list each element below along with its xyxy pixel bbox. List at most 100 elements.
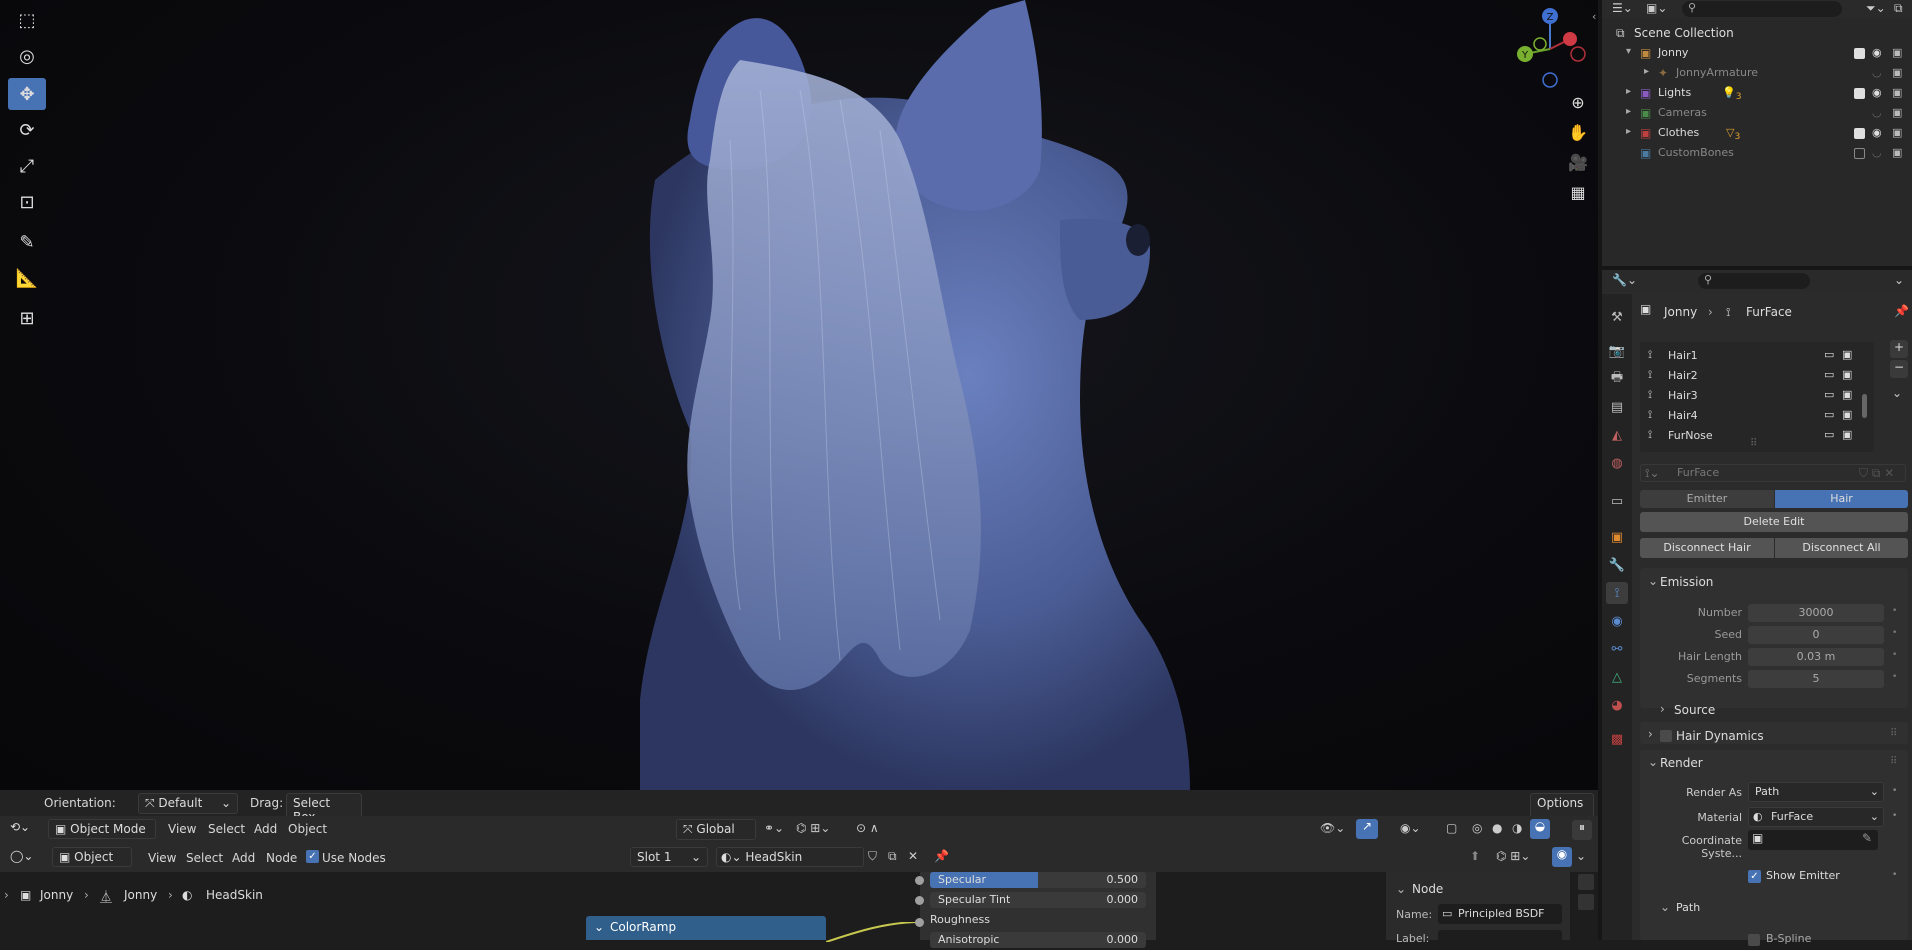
proportional-edit-icon[interactable]: ⊙ ∧ (856, 821, 879, 835)
display-mode-icon[interactable]: ▣⌄ (1646, 1, 1667, 15)
viewport-display-icon[interactable]: ▭ (1824, 428, 1834, 441)
pan-hand-icon[interactable]: ✋ (1564, 118, 1592, 146)
modifier-tab-icon[interactable]: 🔧 (1606, 554, 1628, 576)
outliner-item[interactable]: ▸ ▣ Cameras ◡ ▣ (1602, 104, 1912, 124)
node-menu-add[interactable]: Add (232, 851, 255, 865)
viewport-display-icon[interactable]: ▭ (1824, 348, 1834, 361)
menu-add[interactable]: Add (254, 822, 277, 836)
source-subpanel[interactable]: Source (1674, 703, 1715, 717)
grid-ortho-icon[interactable]: ▦ (1564, 178, 1592, 206)
render-as-dropdown[interactable]: Path ⌄ (1748, 782, 1884, 802)
physics-tab-icon[interactable]: ◉ (1606, 610, 1628, 632)
editor-type-icon[interactable]: ⟲⌄ (10, 820, 30, 834)
render-camera-icon[interactable]: ▣ (1842, 428, 1852, 441)
shading-material-icon[interactable]: ◑ (1512, 821, 1522, 835)
menu-select[interactable]: Select (208, 822, 245, 836)
visibility-eye-icon[interactable]: ◡ (1872, 66, 1882, 79)
visibility-eye-icon[interactable]: ◉ (1872, 126, 1882, 139)
fake-user-icon[interactable]: ⛉ (868, 849, 877, 864)
viewport-display-icon[interactable]: ▭ (1824, 408, 1834, 421)
scene-tab-icon[interactable]: ◭ (1606, 424, 1628, 446)
outliner-item[interactable]: ▣ CustomBones ◡ ▣ (1602, 144, 1912, 164)
snap-node-icon[interactable]: ⌬ ⊞⌄ (1496, 849, 1530, 863)
data-tab-icon[interactable]: △ (1606, 666, 1628, 688)
particle-system-item[interactable]: ⟟ Hair3 ▭ ▣ (1640, 386, 1858, 406)
particle-system-item[interactable]: ⟟ FurNose ▭ ▣ (1640, 426, 1858, 446)
animate-dot-icon[interactable]: • (1892, 672, 1897, 682)
pause-render-icon[interactable]: ⏸ (1572, 820, 1592, 840)
cursor-icon[interactable]: ◎ (8, 40, 46, 72)
drag-handle-icon[interactable]: ⠿ (1890, 756, 1897, 767)
node-menu-select[interactable]: Select (186, 851, 223, 865)
emission-field-value[interactable]: 0 (1748, 626, 1884, 644)
viewport-display-icon[interactable]: ▭ (1824, 368, 1834, 381)
render-camera-icon[interactable]: ▣ (1892, 46, 1902, 59)
add-slot-icon[interactable]: + (1890, 340, 1908, 358)
outliner-item[interactable]: ▾ ▣ Jonny ◉ ▣ (1602, 44, 1912, 64)
socket[interactable] (915, 894, 924, 908)
lights-count-badge[interactable]: 💡3 (1722, 86, 1742, 102)
node-menu-node[interactable]: Node (266, 851, 297, 865)
xray-icon[interactable]: ▢ (1446, 821, 1457, 835)
exclude-checkbox[interactable] (1854, 48, 1865, 59)
chevron-down-icon[interactable]: ⌄ (1396, 882, 1406, 896)
render-camera-icon[interactable]: ▣ (1892, 66, 1902, 79)
object-tab-icon[interactable]: ▣ (1606, 526, 1628, 548)
move-icon[interactable]: ✥ (8, 78, 46, 110)
expand-arrow-icon[interactable]: ▸ (1644, 66, 1649, 77)
clothes-count-badge[interactable]: ▽3 (1726, 126, 1740, 142)
chevron-right-icon[interactable]: › (1660, 702, 1665, 716)
collection-tab-icon[interactable]: ▭ (1606, 490, 1628, 512)
shader-type-dropdown[interactable]: ▣ Object (52, 847, 132, 867)
expand-arrow-icon[interactable]: ▸ (1626, 106, 1631, 117)
delete-edit-button[interactable]: Delete Edit (1640, 512, 1908, 532)
material-dropdown[interactable]: ◐ FurFace ⌄ (1748, 807, 1884, 827)
specular-slider[interactable]: Specular 0.500 (930, 872, 1146, 888)
anisotropic-slider[interactable]: Anisotropic 0.000 (930, 932, 1146, 948)
particle-system-list[interactable]: ⟟ Hair1 ▭ ▣ ⟟ Hair2 ▭ ▣ ⟟ Hair3 ▭ ▣ ⟟ Hair4 ▭ ▣ ⟟ FurNose… (1640, 342, 1874, 452)
hair-dynamics-checkbox[interactable] (1660, 730, 1672, 742)
pin-icon[interactable]: 📌 (934, 849, 949, 863)
menu-object[interactable]: Object (288, 822, 327, 836)
render-camera-icon[interactable]: ▣ (1892, 106, 1902, 119)
chevron-down-icon[interactable]: ⌄ (1648, 755, 1658, 769)
shading-rendered-icon[interactable]: ◒ (1530, 819, 1550, 839)
coordinate-system-field[interactable]: ▣ ✎ (1748, 830, 1878, 850)
node-overlay-icon[interactable]: ◉ (1552, 847, 1572, 867)
tool-tab-icon[interactable]: ⚒ (1606, 306, 1628, 328)
particle-system-item[interactable]: ⟟ Hair2 ▭ ▣ (1640, 366, 1858, 386)
list-scrollbar[interactable] (1862, 394, 1867, 418)
animate-dot-icon[interactable]: • (1892, 606, 1897, 616)
parent-node-icon[interactable]: ⬆ (1470, 849, 1480, 863)
chevron-down-icon[interactable]: ⌄ (1648, 574, 1658, 588)
collapse-sidebar-icon[interactable]: ‹ (1592, 10, 1596, 23)
shading-wireframe-icon[interactable]: ◎ (1472, 821, 1482, 835)
area-divider[interactable] (1598, 0, 1602, 940)
disconnect-all-button[interactable]: Disconnect All (1775, 538, 1908, 558)
render-camera-icon[interactable]: ▣ (1842, 368, 1852, 381)
chevron-right-icon[interactable]: › (1648, 727, 1653, 741)
camera-view-icon[interactable]: 🎥 (1564, 148, 1592, 176)
show-emitter-checkbox[interactable]: ✓ (1748, 870, 1761, 883)
eyedropper-icon[interactable]: ✎ (1862, 831, 1872, 845)
properties-type-icon[interactable]: 🔧⌄ (1612, 273, 1637, 287)
3d-viewport[interactable]: ⬚ ◎ ✥ ⟳ ⤢ ⊡ ✎ 📐 ⊞ Z Y ⊕ ✋ 🎥 ▦ ‹ (0, 0, 1598, 790)
resize-handle-icon[interactable]: ⠿ (1750, 438, 1757, 449)
sidebar-tab-icon[interactable] (1578, 894, 1594, 910)
node-label-field[interactable] (1438, 930, 1562, 950)
filter-icon[interactable]: ⏷⌄ (1866, 1, 1886, 16)
node-editor-canvas[interactable]: › ▣ Jonny › ⏅ Jonny › ◐ HeadSkin ⌄ Color… (0, 872, 1598, 950)
slot-dropdown[interactable]: Slot 1 ⌄ (630, 847, 708, 867)
chevron-down-icon[interactable]: ⌄ (1892, 386, 1902, 400)
world-tab-icon[interactable]: ◍ (1606, 452, 1628, 474)
exclude-checkbox[interactable] (1854, 108, 1865, 119)
scene-collection-row[interactable]: ⧉ Scene Collection (1602, 24, 1912, 44)
orientation-dropdown[interactable]: ⤧ Default ⌄ (138, 793, 238, 814)
expand-arrow-icon[interactable]: ▸ (1626, 126, 1631, 137)
visibility-eye-icon[interactable]: ◉ (1872, 46, 1882, 59)
transform-icon[interactable]: ⊡ (8, 186, 46, 218)
constraints-tab-icon[interactable]: ⚯ (1606, 638, 1628, 660)
visibility-eye-icon[interactable]: ◡ (1872, 106, 1882, 119)
add-cube-icon[interactable]: ⊞ (8, 302, 46, 334)
animate-dot-icon[interactable]: • (1892, 811, 1897, 821)
